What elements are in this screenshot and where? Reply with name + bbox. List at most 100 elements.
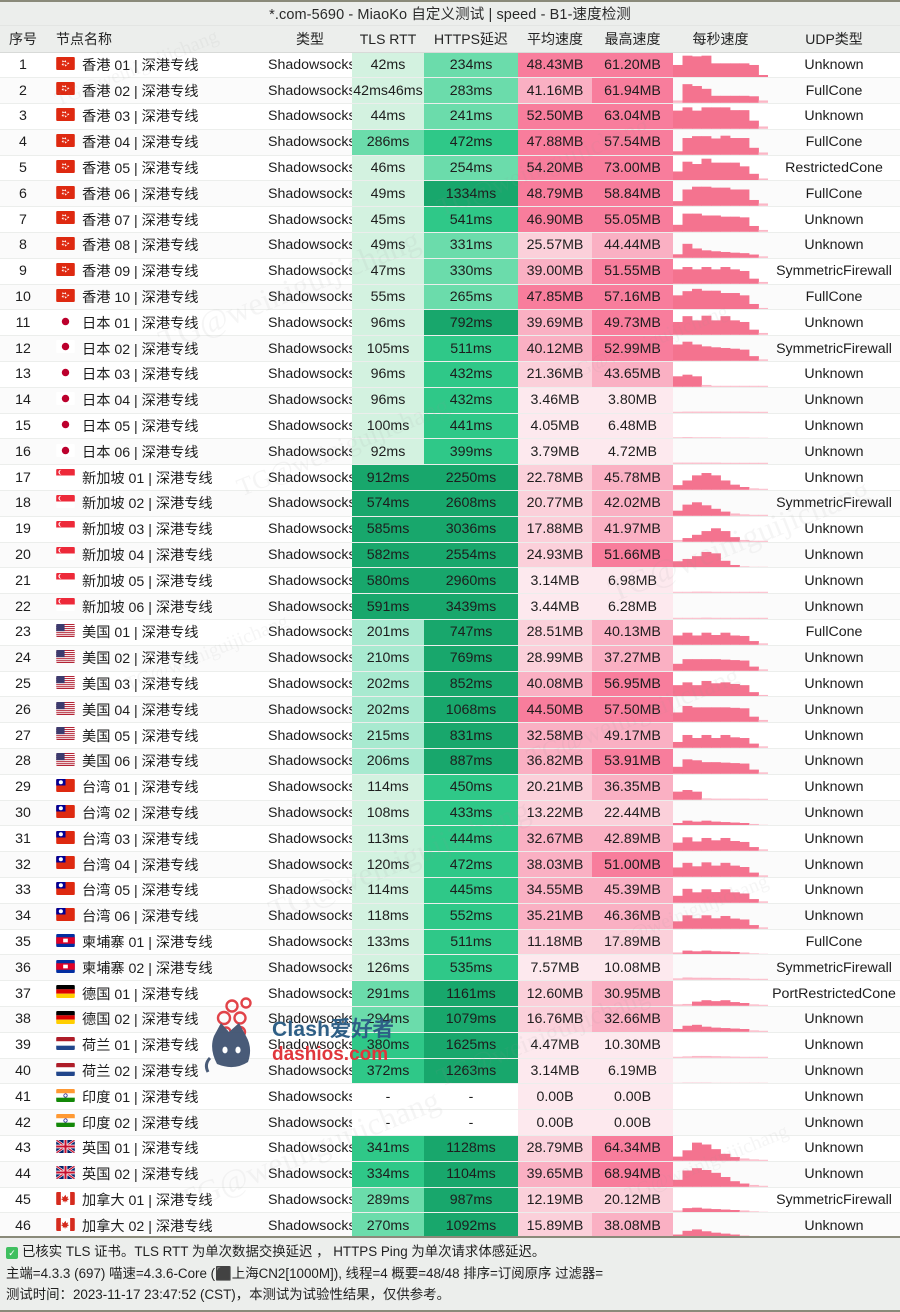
table-row[interactable]: 46 加拿大 02 | 深港专线 Shadowsocks 270ms 1092ms 15.…	[0, 1212, 900, 1240]
node-name-cell[interactable]: 美国 03 | 深港专线	[46, 671, 268, 698]
node-name-cell[interactable]: 荷兰 01 | 深港专线	[46, 1032, 268, 1059]
table-row[interactable]: 6 香港 06 | 深港专线 Shadowsocks 49ms 1334ms 48.79M…	[0, 180, 900, 208]
table-row[interactable]: 21 新加坡 05 | 深港专线 Shadowsocks 580ms 2960ms 3.1…	[0, 567, 900, 595]
column-header-udp-type[interactable]: UDP类型	[768, 26, 900, 53]
table-row[interactable]: 20 新加坡 04 | 深港专线 Shadowsocks 582ms 2554ms 24.…	[0, 542, 900, 569]
table-row[interactable]: 17 新加坡 01 | 深港专线 Shadowsocks 912ms 2250ms 22.…	[0, 464, 900, 492]
column-header-type[interactable]: 类型	[268, 26, 352, 53]
table-row[interactable]: 39 荷兰 01 | 深港专线 Shadowsocks 380ms 1625ms 4.47…	[0, 1032, 900, 1059]
node-name-cell[interactable]: 新加坡 03 | 深港专线	[46, 516, 268, 543]
node-name-cell[interactable]: 日本 04 | 深港专线	[46, 387, 268, 414]
node-name-cell[interactable]: 香港 07 | 深港专线	[46, 206, 268, 234]
table-row[interactable]: 8 香港 08 | 深港专线 Shadowsocks 49ms 331ms 25.57MB…	[0, 232, 900, 259]
node-name-cell[interactable]: 日本 02 | 深港专线	[46, 335, 268, 363]
table-row[interactable]: 37 德国 01 | 深港专线 Shadowsocks 291ms 1161ms 12.6…	[0, 980, 900, 1007]
node-name-cell[interactable]: 日本 01 | 深港专线	[46, 309, 268, 337]
column-header-https-delay[interactable]: HTTPS延迟	[424, 26, 518, 53]
table-row[interactable]: 15 日本 05 | 深港专线 Shadowsocks 100ms 441ms 4.05M…	[0, 413, 900, 440]
table-row[interactable]: 27 美国 05 | 深港专线 Shadowsocks 215ms 831ms 32.58…	[0, 722, 900, 750]
node-name-cell[interactable]: 香港 04 | 深港专线	[46, 129, 268, 156]
node-name-cell[interactable]: 新加坡 05 | 深港专线	[46, 567, 268, 595]
node-name-cell[interactable]: 加拿大 02 | 深港专线	[46, 1212, 268, 1240]
table-row[interactable]: 2 香港 02 | 深港专线 Shadowsocks 42ms46ms 283ms 41.…	[0, 77, 900, 105]
node-name-cell[interactable]: 荷兰 02 | 深港专线	[46, 1058, 268, 1085]
table-row[interactable]: 22 新加坡 06 | 深港专线 Shadowsocks 591ms 3439ms 3.4…	[0, 593, 900, 621]
node-name-cell[interactable]: 柬埔寨 01 | 深港专线	[46, 929, 268, 956]
table-row[interactable]: 42 印度 02 | 深港专线 Shadowsocks - -0.00B 0.00B Unk…	[0, 1109, 900, 1136]
node-name-cell[interactable]: 新加坡 02 | 深港专线	[46, 490, 268, 517]
table-row[interactable]: 1 香港 01 | 深港专线 Shadowsocks 42ms 234ms 48.43MB…	[0, 52, 900, 79]
table-row[interactable]: 34 台湾 06 | 深港专线 Shadowsocks 118ms 552ms 35.21…	[0, 903, 900, 930]
node-name-cell[interactable]: 柬埔寨 02 | 深港专线	[46, 954, 268, 982]
node-name-cell[interactable]: 美国 01 | 深港专线	[46, 619, 268, 646]
table-row[interactable]: 32 台湾 04 | 深港专线 Shadowsocks 120ms 472ms 38.03…	[0, 851, 900, 878]
column-header-avg-speed[interactable]: 平均速度	[518, 26, 592, 53]
node-name-cell[interactable]: 台湾 06 | 深港专线	[46, 903, 268, 930]
node-name-cell[interactable]: 德国 01 | 深港专线	[46, 980, 268, 1007]
column-header-per-second[interactable]: 每秒速度	[673, 26, 768, 53]
node-name-cell[interactable]: 日本 05 | 深港专线	[46, 413, 268, 440]
column-header-index[interactable]: 序号	[0, 26, 46, 53]
node-name-cell[interactable]: 香港 01 | 深港专线	[46, 52, 268, 79]
table-row[interactable]: 33 台湾 05 | 深港专线 Shadowsocks 114ms 445ms 34.55…	[0, 877, 900, 904]
node-name-cell[interactable]: 美国 02 | 深港专线	[46, 645, 268, 672]
table-row[interactable]: 29 台湾 01 | 深港专线 Shadowsocks 114ms 450ms 20.21…	[0, 774, 900, 801]
table-row[interactable]: 45 加拿大 01 | 深港专线 Shadowsocks 289ms 987ms 12.1…	[0, 1187, 900, 1214]
node-name-cell[interactable]: 台湾 01 | 深港专线	[46, 774, 268, 801]
table-row[interactable]: 5 香港 05 | 深港专线 Shadowsocks 46ms 254ms 54.20MB…	[0, 155, 900, 182]
node-name-cell[interactable]: 加拿大 01 | 深港专线	[46, 1187, 268, 1214]
node-name-cell[interactable]: 台湾 03 | 深港专线	[46, 825, 268, 853]
node-name-cell[interactable]: 美国 04 | 深港专线	[46, 696, 268, 724]
node-name-cell[interactable]: 新加坡 01 | 深港专线	[46, 464, 268, 492]
table-row[interactable]: 36 柬埔寨 02 | 深港专线 Shadowsocks 126ms 535ms 7.57…	[0, 954, 900, 982]
node-name-cell[interactable]: 香港 02 | 深港专线	[46, 77, 268, 105]
table-row[interactable]: 31 台湾 03 | 深港专线 Shadowsocks 113ms 444ms 32.67…	[0, 825, 900, 853]
table-row[interactable]: 13 日本 03 | 深港专线 Shadowsocks 96ms 432ms 21.36M…	[0, 361, 900, 388]
table-row[interactable]: 28 美国 06 | 深港专线 Shadowsocks 206ms 887ms 36.82…	[0, 748, 900, 775]
node-name-cell[interactable]: 香港 05 | 深港专线	[46, 155, 268, 182]
column-header-tls-rtt[interactable]: TLS RTT	[352, 26, 424, 53]
table-row[interactable]: 24 美国 02 | 深港专线 Shadowsocks 210ms 769ms 28.99…	[0, 645, 900, 672]
node-name-cell[interactable]: 香港 06 | 深港专线	[46, 180, 268, 208]
node-name-cell[interactable]: 香港 03 | 深港专线	[46, 103, 268, 130]
table-row[interactable]: 10 香港 10 | 深港专线 Shadowsocks 55ms 265ms 47.85M…	[0, 284, 900, 311]
table-row[interactable]: 9 香港 09 | 深港专线 Shadowsocks 47ms 330ms 39.00MB…	[0, 258, 900, 285]
table-row[interactable]: 40 荷兰 02 | 深港专线 Shadowsocks 372ms 1263ms 3.14…	[0, 1058, 900, 1085]
table-row[interactable]: 30 台湾 02 | 深港专线 Shadowsocks 108ms 433ms 13.22…	[0, 800, 900, 827]
node-name-cell[interactable]: 英国 01 | 深港专线	[46, 1135, 268, 1162]
node-name-cell[interactable]: 印度 01 | 深港专线	[46, 1083, 268, 1111]
node-name-cell[interactable]: 美国 06 | 深港专线	[46, 748, 268, 775]
node-name-cell[interactable]: 美国 05 | 深港专线	[46, 722, 268, 750]
node-name-cell[interactable]: 德国 02 | 深港专线	[46, 1006, 268, 1033]
table-row[interactable]: 12 日本 02 | 深港专线 Shadowsocks 105ms 511ms 40.12…	[0, 335, 900, 363]
column-header-name[interactable]: 节点名称	[46, 26, 268, 53]
table-row[interactable]: 23 美国 01 | 深港专线 Shadowsocks 201ms 747ms 28.51…	[0, 619, 900, 646]
node-name-cell[interactable]: 香港 09 | 深港专线	[46, 258, 268, 285]
table-row[interactable]: 11 日本 01 | 深港专线 Shadowsocks 96ms 792ms 39.69M…	[0, 309, 900, 337]
table-row[interactable]: 7 香港 07 | 深港专线 Shadowsocks 45ms 541ms 46.90MB…	[0, 206, 900, 234]
table-row[interactable]: 26 美国 04 | 深港专线 Shadowsocks 202ms 1068ms 44.5…	[0, 696, 900, 724]
table-row[interactable]: 18 新加坡 02 | 深港专线 Shadowsocks 574ms 2608ms 20.…	[0, 490, 900, 517]
node-name-cell[interactable]: 日本 06 | 深港专线	[46, 438, 268, 466]
node-name-cell[interactable]: 日本 03 | 深港专线	[46, 361, 268, 388]
table-row[interactable]: 44 英国 02 | 深港专线 Shadowsocks 334ms 1104ms 39.6…	[0, 1161, 900, 1188]
node-name-cell[interactable]: 新加坡 04 | 深港专线	[46, 542, 268, 569]
table-row[interactable]: 3 香港 03 | 深港专线 Shadowsocks 44ms 241ms 52.50MB…	[0, 103, 900, 130]
table-row[interactable]: 35 柬埔寨 01 | 深港专线 Shadowsocks 133ms 511ms 11.1…	[0, 929, 900, 956]
node-name-cell[interactable]: 台湾 04 | 深港专线	[46, 851, 268, 878]
node-name-cell[interactable]: 台湾 05 | 深港专线	[46, 877, 268, 904]
node-name-cell[interactable]: 香港 10 | 深港专线	[46, 284, 268, 311]
table-row[interactable]: 4 香港 04 | 深港专线 Shadowsocks 286ms 472ms 47.88M…	[0, 129, 900, 156]
table-row[interactable]: 25 美国 03 | 深港专线 Shadowsocks 202ms 852ms 40.08…	[0, 671, 900, 698]
table-row[interactable]: 14 日本 04 | 深港专线 Shadowsocks 96ms 432ms 3.46MB…	[0, 387, 900, 414]
node-name-cell[interactable]: 香港 08 | 深港专线	[46, 232, 268, 259]
node-name-cell[interactable]: 印度 02 | 深港专线	[46, 1109, 268, 1136]
table-row[interactable]: 19 新加坡 03 | 深港专线 Shadowsocks 585ms 3036ms 17.…	[0, 516, 900, 543]
table-row[interactable]: 16 日本 06 | 深港专线 Shadowsocks 92ms 399ms 3.79MB…	[0, 438, 900, 466]
table-row[interactable]: 41 印度 01 | 深港专线 Shadowsocks - -0.00B 0.00B Unk…	[0, 1083, 900, 1111]
node-name-cell[interactable]: 新加坡 06 | 深港专线	[46, 593, 268, 621]
node-name-cell[interactable]: 英国 02 | 深港专线	[46, 1161, 268, 1188]
node-name-cell[interactable]: 台湾 02 | 深港专线	[46, 800, 268, 827]
table-row[interactable]: 43 英国 01 | 深港专线 Shadowsocks 341ms 1128ms 28.7…	[0, 1135, 900, 1162]
table-row[interactable]: 38 德国 02 | 深港专线 Shadowsocks 294ms 1079ms 16.7…	[0, 1006, 900, 1033]
